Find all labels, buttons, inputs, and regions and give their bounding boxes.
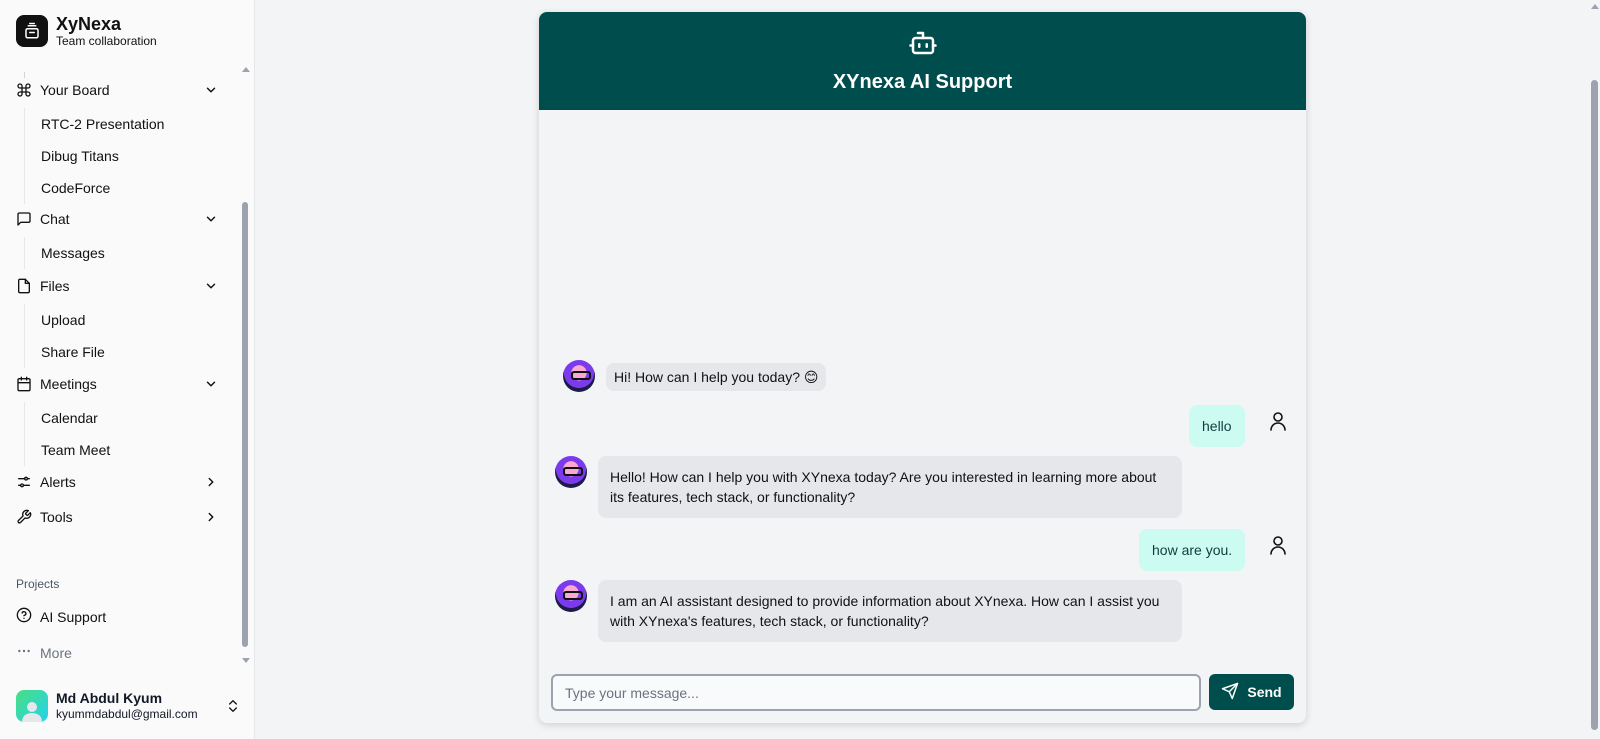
nav-subitems: Messages (24, 237, 240, 269)
brand[interactable]: XyNexa Team collaboration (16, 14, 157, 48)
file-icon (16, 278, 32, 294)
nav-group-meetings-toggle[interactable]: Meetings (0, 366, 240, 402)
bot-icon (908, 28, 938, 63)
nav-subitems: RTC-2 Presentation Dibug Titans CodeForc… (24, 108, 240, 204)
nav-group-label: Tools (40, 509, 73, 525)
sidebar-item-label: More (40, 644, 72, 661)
sidebar-item-rtc-2-presentation[interactable]: RTC-2 Presentation (25, 108, 240, 140)
nav-group-tools: Tools (0, 499, 240, 535)
chat-message-bot: I am an AI assistant designed to provide… (555, 580, 1182, 642)
calendar-icon (16, 376, 32, 392)
send-icon (1221, 682, 1239, 703)
sidebar-item-dibug-titans[interactable]: Dibug Titans (25, 140, 240, 172)
sidebar-item-ai-support[interactable]: AI Support (16, 607, 106, 626)
nav-group-chat: Chat Messages (0, 201, 240, 269)
nav-group-meetings: Meetings Calendar Team Meet (0, 366, 240, 466)
wrench-icon (16, 509, 32, 525)
user-icon (1266, 533, 1290, 557)
page-scroll-thumb[interactable] (1591, 80, 1598, 730)
chat-message-bot: Hi! How can I help you today? 😊 (563, 360, 827, 392)
nav-group-alerts: Alerts (0, 464, 240, 500)
chat-message-user: hello (1189, 405, 1290, 447)
sidebar-item-upload[interactable]: Upload (25, 304, 240, 336)
nav-subitems: Upload Share File (24, 304, 240, 368)
scroll-down-arrow-icon[interactable] (242, 658, 250, 663)
user-email: kyummdabdul@gmail.com (56, 707, 198, 721)
chevron-down-icon (204, 212, 218, 226)
sidebar-item-label: AI Support (40, 608, 107, 625)
brand-subtitle: Team collaboration (56, 34, 157, 48)
scroll-up-arrow-icon[interactable] (242, 67, 250, 72)
chat-message-user: how are you. (1139, 529, 1290, 571)
chevron-down-icon (204, 377, 218, 391)
message-input[interactable] (551, 674, 1201, 711)
sidebar-item-codeforce[interactable]: CodeForce (25, 172, 240, 204)
message-square-icon (16, 211, 32, 227)
message-text: Hello! How can I help you with XYnexa to… (598, 456, 1182, 518)
chat-card: XYnexa AI Support Hi! How can I help you… (539, 12, 1306, 723)
chat-title: XYnexa AI Support (832, 71, 1013, 93)
logo-icon (16, 15, 48, 47)
sidebar-item-more[interactable]: More (16, 643, 72, 662)
nav-group-label: Files (40, 278, 70, 294)
help-circle-icon (16, 607, 32, 626)
chat-header: XYnexa AI Support (539, 12, 1306, 110)
chat-message-bot: Hello! How can I help you with XYnexa to… (555, 456, 1182, 518)
sidebar-item-messages[interactable]: Messages (25, 237, 240, 269)
nav-subitems: Calendar Team Meet (24, 402, 240, 466)
nav-group-your-board: Your Board RTC-2 Presentation Dibug Tita… (0, 72, 240, 204)
bot-avatar (563, 360, 595, 392)
send-button[interactable]: Send (1209, 674, 1294, 710)
nav-group-label: Your Board (40, 82, 110, 98)
nav-group-your-board-toggle[interactable]: Your Board (0, 72, 240, 108)
chevron-down-icon (204, 279, 218, 293)
nav-group-label: Alerts (40, 474, 76, 490)
nav-group-chat-toggle[interactable]: Chat (0, 201, 240, 237)
chevrons-up-down-icon[interactable] (225, 698, 241, 714)
sidebar-item-team-meet[interactable]: Team Meet (25, 434, 240, 466)
brand-name: XyNexa (56, 14, 122, 34)
sliders-icon (16, 474, 32, 490)
bot-avatar (555, 580, 587, 612)
chevron-right-icon (204, 510, 218, 524)
user-icon (1266, 409, 1290, 433)
sidebar-item-share-file[interactable]: Share File (25, 336, 240, 368)
nav-group-label: Meetings (40, 376, 97, 392)
nav-group-tools-toggle[interactable]: Tools (0, 499, 240, 535)
bot-avatar (555, 456, 587, 488)
user-menu[interactable]: Md Abdul Kyum kyummdabdul@gmail.com (16, 690, 241, 722)
sidebar-item-calendar[interactable]: Calendar (25, 402, 240, 434)
sidebar-scroll-thumb[interactable] (242, 202, 248, 647)
nav-group-files: Files Upload Share File (0, 268, 240, 368)
more-horizontal-icon (16, 643, 32, 662)
message-text: hello (1189, 405, 1245, 447)
chevron-right-icon (204, 475, 218, 489)
command-icon (16, 82, 32, 98)
nav-group-alerts-toggle[interactable]: Alerts (0, 464, 240, 500)
send-label: Send (1247, 684, 1282, 700)
sidebar: XyNexa Team collaboration Your Board RTC… (0, 0, 255, 739)
avatar (16, 690, 48, 722)
scroll-up-arrow-icon[interactable] (1591, 4, 1599, 9)
sidebar-scrollbar[interactable] (240, 65, 250, 665)
user-name: Md Abdul Kyum (56, 690, 163, 706)
projects-section-label: Projects (16, 577, 60, 591)
page-scrollbar[interactable] (1589, 0, 1600, 739)
chevron-down-icon (204, 83, 218, 97)
nav-group-label: Chat (40, 211, 70, 227)
message-composer: Send (551, 674, 1294, 711)
message-text: how are you. (1139, 529, 1246, 571)
nav-group-files-toggle[interactable]: Files (0, 268, 240, 304)
message-text: I am an AI assistant designed to provide… (598, 580, 1182, 642)
message-text: Hi! How can I help you today? 😊 (606, 363, 827, 391)
